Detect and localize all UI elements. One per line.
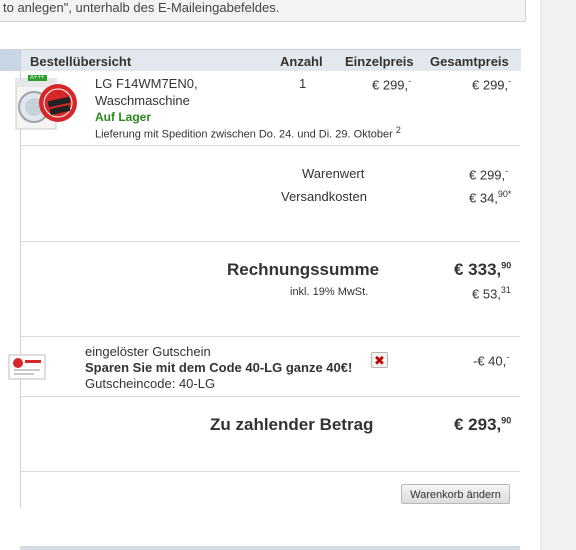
voucher-promo: Sparen Sie mit dem Code 40-LG ganze 40€! <box>85 360 353 375</box>
item-total-price: € 299,- <box>472 76 511 92</box>
goods-value-sup: - <box>505 166 509 176</box>
next-section-header <box>20 546 520 550</box>
voucher-amount-sup: - <box>506 352 510 362</box>
vat-amount: € 53,31 <box>472 285 511 301</box>
shipping-sup: 90* <box>497 189 512 199</box>
voucher-title: eingelöster Gutschein <box>85 344 211 359</box>
unit-price-sup: - <box>408 76 412 86</box>
header-total-price: Gesamtpreis <box>430 54 509 69</box>
shipping-label: Versandkosten <box>281 189 368 204</box>
vat-label: inkl. 19% MwSt. <box>290 286 369 298</box>
invoice-total: € 333,90 <box>454 260 511 280</box>
goods-value: € 299,- <box>469 166 508 182</box>
item-qty: 1 <box>299 76 307 91</box>
payable-amount: € 293,90 <box>454 415 511 435</box>
delivery-footnote: 2 <box>395 125 401 135</box>
close-icon: ✖ <box>374 352 385 368</box>
payable-sup: 90 <box>501 415 512 426</box>
total-price-main: € 299, <box>472 77 509 93</box>
energy-label-badge: A+++ <box>28 75 47 81</box>
order-overview-panel: Bestellübersicht Anzahl Einzelpreis Gesa… <box>0 49 521 509</box>
invoice-total-sup: 90 <box>501 260 512 271</box>
total-price-sup: - <box>508 76 512 86</box>
unit-price-main: € 299, <box>372 77 409 93</box>
email-notice-box: to anlegen", unterhalb des E-Maileingabe… <box>0 0 526 22</box>
header-qty: Anzahl <box>280 54 323 69</box>
divider-before-payable <box>20 396 520 397</box>
voucher-code: Gutscheincode: 40-LG <box>85 376 216 391</box>
product-name-line1[interactable]: LG F14WM7EN0, <box>95 76 198 91</box>
divider-before-voucher <box>20 336 520 337</box>
vat-main: € 53, <box>472 286 501 302</box>
right-scroll-rail <box>540 0 576 550</box>
order-table-header: Bestellübersicht Anzahl Einzelpreis Gesa… <box>0 49 521 71</box>
header-unit-price: Einzelpreis <box>345 54 414 69</box>
delivery-text: Lieferung mit Spedition zwischen Do. 24.… <box>95 128 393 141</box>
divider-before-actions <box>20 471 520 472</box>
email-notice-text: to anlegen", unterhalb des E-Maileingabe… <box>3 0 280 15</box>
item-unit-price: € 299,- <box>372 76 411 92</box>
availability-status: Auf Lager <box>95 110 152 124</box>
goods-value-main: € 299, <box>469 167 506 183</box>
voucher-amount-main: -€ 40, <box>473 353 507 369</box>
voucher-image <box>8 354 46 380</box>
delivery-info: Lieferung mit Spedition zwischen Do. 24.… <box>95 125 401 141</box>
invoice-total-label: Rechnungssumme <box>227 260 380 279</box>
header-left-accent <box>0 50 20 71</box>
goods-value-label: Warenwert <box>302 166 365 181</box>
shipping-main: € 34, <box>469 190 498 206</box>
edit-cart-button[interactable]: Warenkorb ändern <box>401 484 510 504</box>
payable-label: Zu zahlender Betrag <box>210 415 374 434</box>
divider-after-shipping <box>20 241 520 242</box>
payable-main: € 293, <box>454 415 502 434</box>
header-overview: Bestellübersicht <box>30 54 132 69</box>
product-name-line2[interactable]: Waschmaschine <box>95 93 190 108</box>
vat-sup: 31 <box>500 285 511 295</box>
divider-after-item <box>20 145 520 146</box>
washing-machine-image[interactable] <box>10 75 92 133</box>
voucher-amount: -€ 40,- <box>473 352 509 368</box>
shipping-cost: € 34,90* <box>469 189 511 205</box>
invoice-total-main: € 333, <box>454 260 502 279</box>
remove-voucher-button[interactable]: ✖ <box>371 352 388 368</box>
